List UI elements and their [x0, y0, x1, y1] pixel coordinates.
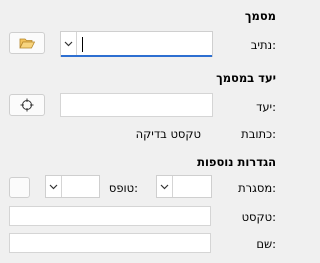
path-combobox[interactable] [60, 31, 213, 57]
target-browse-button[interactable] [9, 94, 45, 116]
form-dropdown-button[interactable] [46, 176, 62, 197]
name-label: שם: [256, 237, 276, 251]
text-label: טקסט: [241, 210, 276, 224]
address-label: כתובת: [241, 127, 276, 141]
chevron-down-icon [64, 41, 73, 47]
form-label: טופס: [108, 181, 138, 195]
path-dropdown-button[interactable] [61, 32, 77, 56]
frame-dropdown-button[interactable] [157, 176, 173, 197]
frame-label: מסגרת: [238, 181, 276, 195]
form-combobox[interactable] [45, 175, 100, 198]
frame-combobox[interactable] [156, 175, 212, 198]
extra-section-title: הגדרות נוספות [197, 155, 276, 169]
chevron-down-icon [160, 184, 169, 189]
address-value: טקסט בדיקה [135, 127, 201, 141]
text-input[interactable] [9, 206, 211, 226]
name-input[interactable] [9, 233, 211, 253]
path-label: נתיב: [250, 38, 276, 52]
focus-underline [61, 55, 212, 57]
target-input[interactable] [60, 93, 213, 117]
events-button[interactable] [9, 177, 30, 198]
crosshair-icon [20, 98, 34, 112]
document-section-title: מסמך [244, 9, 276, 23]
browse-button[interactable] [9, 32, 45, 54]
text-caret [82, 37, 83, 52]
folder-open-icon [19, 38, 35, 48]
chevron-down-icon [49, 184, 58, 189]
target-label: יעד: [256, 100, 276, 114]
target-section-title: יעד במסמך [216, 71, 276, 85]
